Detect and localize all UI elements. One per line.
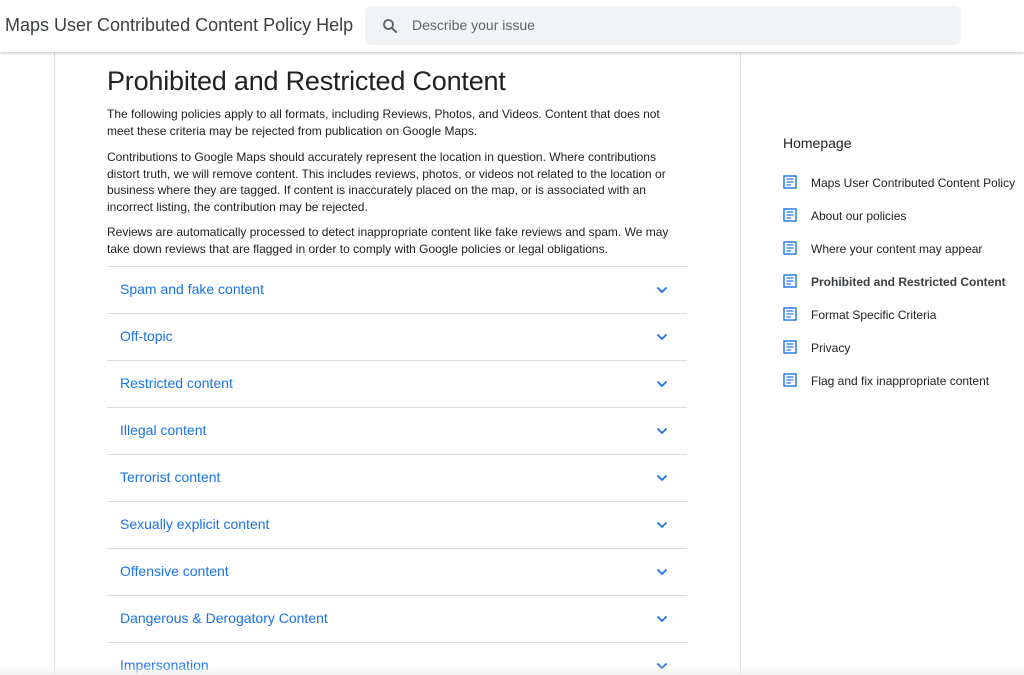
sidebar-item-label[interactable]: Privacy (811, 341, 850, 355)
sidebar-item[interactable]: Format Specific Criteria (783, 305, 1023, 325)
article-icon (783, 307, 797, 321)
sidebar-item[interactable]: Prohibited and Restricted Content (783, 272, 1023, 292)
chevron-down-icon[interactable] (656, 284, 668, 296)
accordion-item-label[interactable]: Dangerous & Derogatory Content (120, 610, 328, 626)
article-icon (783, 373, 797, 387)
help-center-title[interactable]: Maps User Contributed Content Policy Hel… (5, 15, 353, 36)
sidebar-item-label[interactable]: Maps User Contributed Content Policy (811, 176, 1015, 190)
sidebar-item-label[interactable]: Flag and fix inappropriate content (811, 374, 989, 388)
chevron-down-icon[interactable] (656, 613, 668, 625)
article-icon (783, 340, 797, 354)
article-icon (783, 274, 797, 288)
chevron-down-icon[interactable] (656, 472, 668, 484)
search-placeholder: Describe your issue (412, 17, 535, 33)
policy-accordion: Spam and fake content Off-topic Restricted… (107, 266, 687, 675)
sidebar-item-label[interactable]: Format Specific Criteria (811, 308, 936, 322)
intro-paragraph: The following policies apply to all form… (107, 107, 660, 138)
accordion-item[interactable]: Sexually explicit content (107, 501, 687, 548)
accordion-item-label[interactable]: Illegal content (120, 422, 206, 438)
sidebar-item-label[interactable]: Where your content may appear (811, 242, 982, 256)
sidebar-item[interactable]: Where your content may appear (783, 239, 1023, 259)
accordion-item[interactable]: Off-topic (107, 313, 687, 360)
chevron-down-icon[interactable] (656, 425, 668, 437)
sidebar-item[interactable]: Flag and fix inappropriate content (783, 371, 1023, 391)
accordion-item-label[interactable]: Sexually explicit content (120, 516, 269, 532)
article-icon (783, 241, 797, 255)
moderation-paragraph: Reviews are automatically processed to d… (107, 225, 669, 256)
page-title: Prohibited and Restricted Content (107, 66, 506, 96)
article-icon (783, 208, 797, 222)
accordion-item-label[interactable]: Restricted content (120, 375, 233, 391)
top-header: Maps User Contributed Content Policy Hel… (0, 0, 1024, 52)
accordion-item[interactable]: Illegal content (107, 407, 687, 454)
accordion-item[interactable]: Spam and fake content (107, 266, 687, 313)
chevron-down-icon[interactable] (656, 331, 668, 343)
chevron-down-icon[interactable] (656, 378, 668, 390)
accordion-item[interactable]: Dangerous & Derogatory Content (107, 595, 687, 642)
accordion-item[interactable]: Restricted content (107, 360, 687, 407)
bottom-fade (0, 665, 1024, 675)
sidebar-item[interactable]: Maps User Contributed Content Policy (783, 173, 1023, 193)
accordion-item[interactable]: Offensive content (107, 548, 687, 595)
accuracy-paragraph: Contributions to Google Maps should accu… (107, 150, 666, 214)
accordion-item-label[interactable]: Terrorist content (120, 469, 220, 485)
sidebar-item[interactable]: About our policies (783, 206, 1023, 226)
accordion-item-label[interactable]: Offensive content (120, 563, 229, 579)
chevron-down-icon[interactable] (656, 519, 668, 531)
search-icon (383, 19, 397, 33)
sidebar-heading[interactable]: Homepage (783, 135, 852, 151)
accordion-item[interactable]: Terrorist content (107, 454, 687, 501)
accordion-item-label[interactable]: Spam and fake content (120, 281, 264, 297)
sidebar-item-label[interactable]: About our policies (811, 209, 906, 223)
search-input[interactable]: Describe your issue (365, 6, 961, 45)
content-right-divider (740, 52, 741, 675)
article-icon (783, 175, 797, 189)
sidebar-item[interactable]: Privacy (783, 338, 1023, 358)
chevron-down-icon[interactable] (656, 566, 668, 578)
sidebar-item-label[interactable]: Prohibited and Restricted Content (811, 275, 1006, 289)
accordion-item-label[interactable]: Off-topic (120, 328, 173, 344)
content-left-divider (54, 52, 55, 675)
